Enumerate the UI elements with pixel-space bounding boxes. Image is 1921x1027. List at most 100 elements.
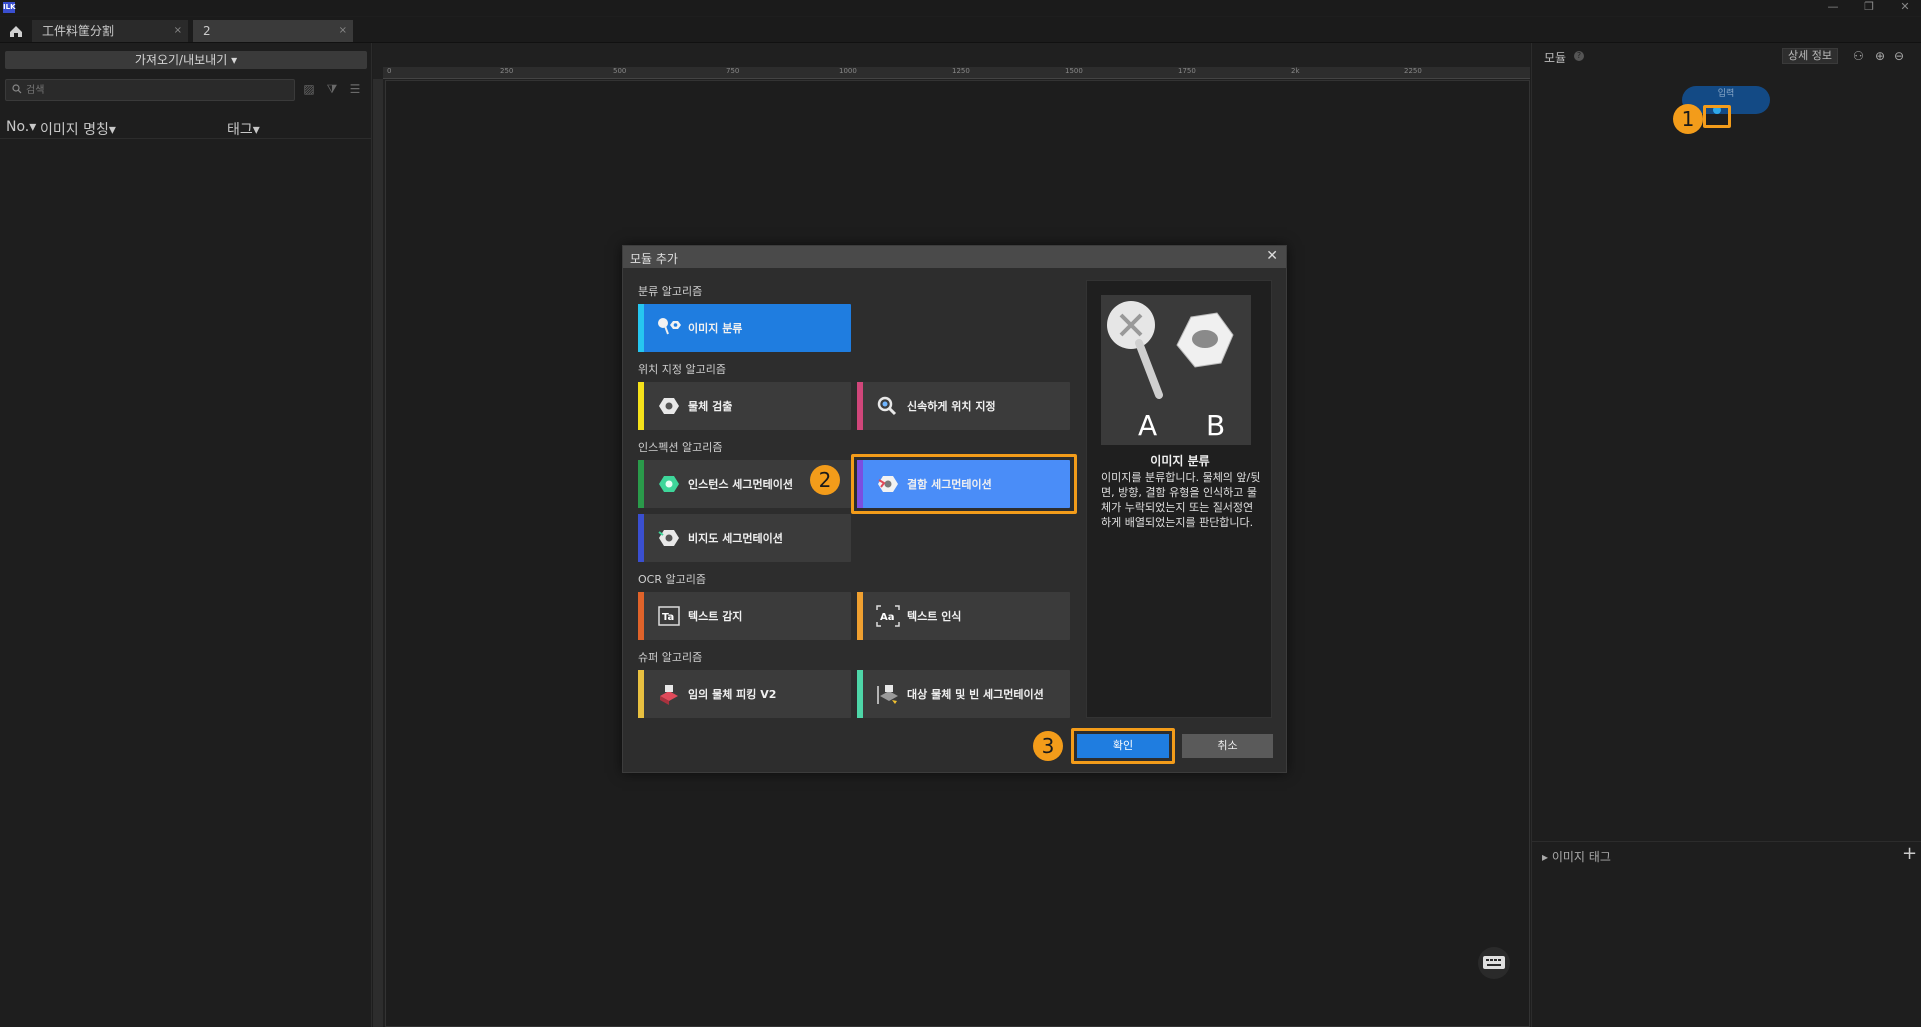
horizontal-ruler: 0 250 500 750 1000 1250 1500 1750 2k 225… xyxy=(383,67,1530,79)
preview-image: A B xyxy=(1101,295,1251,445)
panel-divider xyxy=(1532,841,1921,842)
ruler-tick: 500 xyxy=(613,67,627,75)
nut-defect-icon xyxy=(658,530,679,546)
ruler-tick: 1250 xyxy=(952,67,970,75)
zoom-in-icon[interactable]: ⊕ xyxy=(1875,49,1885,63)
preview-label-b: B xyxy=(1206,409,1225,442)
card-text-recognition[interactable]: Aa 텍스트 인식 xyxy=(857,592,1070,640)
zoom-out-icon[interactable]: ⊖ xyxy=(1894,49,1904,63)
vertical-ruler xyxy=(373,79,383,1027)
section-ocr: OCR 알고리즘 xyxy=(638,573,706,586)
card-label: 텍스트 인식 xyxy=(907,610,962,623)
tab-project-1[interactable]: 工件料筐分割 × xyxy=(32,20,188,42)
column-no[interactable]: No.▾ xyxy=(6,119,36,135)
module-tree-icon[interactable]: ⚇ xyxy=(1853,49,1864,63)
card-object-detection[interactable]: 물체 검출 xyxy=(638,382,851,430)
tab-bar: 工件料筐分割 × 2 × xyxy=(0,17,1921,43)
tab-label: 2 xyxy=(203,24,211,38)
dialog-close-button[interactable]: ✕ xyxy=(1266,248,1278,264)
cancel-button[interactable]: 취소 xyxy=(1182,734,1273,758)
title-bar: ILK — ❐ ✕ xyxy=(0,0,1921,16)
section-super: 슈퍼 알고리즘 xyxy=(638,651,703,664)
section-classification: 분류 알고리즘 xyxy=(638,285,703,298)
home-button[interactable] xyxy=(4,21,28,41)
module-panel-title: 모듈 xyxy=(1544,51,1567,65)
card-label: 물체 검출 xyxy=(688,400,733,413)
card-stripe xyxy=(638,304,644,352)
card-stripe xyxy=(638,670,644,718)
card-stripe xyxy=(857,382,863,430)
step-2-badge: 2 xyxy=(810,465,840,495)
card-stripe xyxy=(857,592,863,640)
dialog-title: 모듈 추가 xyxy=(630,252,678,266)
object-picking-icon xyxy=(660,685,678,705)
preview-description: 이미지를 분류합니다. 물체의 앞/뒷면, 방향, 결함 유형을 인식하고 물체… xyxy=(1101,471,1261,529)
column-tag[interactable]: 태그▾ xyxy=(227,119,260,139)
detail-info-button[interactable]: 상세 정보 xyxy=(1782,48,1838,64)
add-tag-button[interactable]: + xyxy=(1902,843,1917,864)
tab-label: 工件料筐分割 xyxy=(42,24,115,38)
search-icon xyxy=(12,84,22,94)
card-object-bin-segmentation[interactable]: 대상 물체 및 빈 세그먼테이션 xyxy=(857,670,1070,718)
module-panel-header: 모듈 ? 상세 정보 ⚇ ⊕ ⊖ xyxy=(1532,43,1921,69)
image-tag-section-toggle[interactable]: ▸ 이미지 태그 xyxy=(1542,848,1611,865)
svg-text:Aa: Aa xyxy=(880,612,895,623)
ruler-tick: 2250 xyxy=(1404,67,1422,75)
import-export-button[interactable]: 가져오기/내보내기 ▾ xyxy=(5,51,367,69)
card-unsupervised-segmentation[interactable]: 비지도 세그먼테이션 xyxy=(638,514,851,562)
bin-segmentation-icon xyxy=(877,685,898,704)
tab-close-icon[interactable]: × xyxy=(174,20,182,42)
pin-nut-icon xyxy=(658,318,681,335)
text-recognition-icon: Aa xyxy=(876,605,900,627)
image-filter-icon[interactable]: ▨ xyxy=(300,82,318,98)
card-label: 신속하게 위치 지정 xyxy=(907,400,996,413)
step-3-badge: 3 xyxy=(1033,731,1063,761)
step-1-badge: 1 xyxy=(1673,104,1703,134)
magnifier-icon xyxy=(877,396,897,416)
section-localization: 위치 지정 알고리즘 xyxy=(638,363,726,376)
list-view-icon[interactable]: ☰ xyxy=(346,82,364,98)
ruler-tick: 250 xyxy=(500,67,514,75)
help-icon[interactable]: ? xyxy=(1574,51,1584,61)
card-image-classification[interactable]: 이미지 분류 xyxy=(638,304,851,352)
algorithm-preview: A B 이미지 분류 이미지를 분류합니다. 물체의 앞/뒷면, 방향, 결함 … xyxy=(1086,280,1272,718)
card-label: 비지도 세그먼테이션 xyxy=(688,532,783,545)
card-stripe xyxy=(638,514,644,562)
card-fast-localization[interactable]: 신속하게 위치 지정 xyxy=(857,382,1070,430)
green-nut-icon xyxy=(659,476,679,492)
tag-filter-icon[interactable]: ⧩ xyxy=(323,82,341,98)
svg-text:Ta: Ta xyxy=(662,612,674,623)
tab-close-icon[interactable]: × xyxy=(339,20,347,42)
defect-nut-icon xyxy=(878,476,898,492)
confirm-button[interactable]: 확인 xyxy=(1077,734,1169,758)
search-box[interactable] xyxy=(5,79,295,101)
card-defect-segmentation[interactable]: 결함 세그먼테이션 xyxy=(857,460,1070,508)
card-stripe xyxy=(857,670,863,718)
card-stripe xyxy=(638,382,644,430)
add-module-dialog: 모듈 추가 ✕ 분류 알고리즘 이미지 분류 위치 지정 알고리즘 물체 검출 … xyxy=(622,245,1287,773)
ruler-tick: 0 xyxy=(387,67,392,75)
keyboard-icon xyxy=(1483,956,1505,969)
input-module-label: 입력 xyxy=(1717,89,1735,99)
keyboard-shortcuts-button[interactable] xyxy=(1478,947,1510,979)
ruler-tick: 1000 xyxy=(839,67,857,75)
card-stripe xyxy=(857,460,863,508)
restore-button[interactable]: ❐ xyxy=(1854,0,1884,16)
tab-project-2[interactable]: 2 × xyxy=(193,20,353,42)
column-image-name[interactable]: 이미지 명칭▾ xyxy=(40,119,116,139)
minimize-button[interactable]: — xyxy=(1818,0,1848,16)
module-panel: 모듈 ? 상세 정보 ⚇ ⊕ ⊖ 입력 1 ▸ 이미지 태그 + xyxy=(1531,43,1921,1027)
card-text-detection[interactable]: Ta 텍스트 감지 xyxy=(638,592,851,640)
card-label: 임의 물체 피킹 V2 xyxy=(688,688,777,701)
step-1-highlight xyxy=(1703,105,1731,128)
home-icon xyxy=(10,26,22,37)
card-stripe xyxy=(638,460,644,508)
card-stripe xyxy=(638,592,644,640)
text-detection-icon: Ta xyxy=(658,606,680,626)
search-input[interactable] xyxy=(26,82,286,98)
close-window-button[interactable]: ✕ xyxy=(1890,0,1920,16)
preview-title: 이미지 분류 xyxy=(1150,454,1210,468)
ruler-tick: 750 xyxy=(726,67,740,75)
image-list-panel: 가져오기/내보내기 ▾ ▨ ⧩ ☰ No.▾ 이미지 명칭▾ 태그▾ xyxy=(0,43,372,1027)
card-any-object-picking[interactable]: 임의 물체 피킹 V2 xyxy=(638,670,851,718)
